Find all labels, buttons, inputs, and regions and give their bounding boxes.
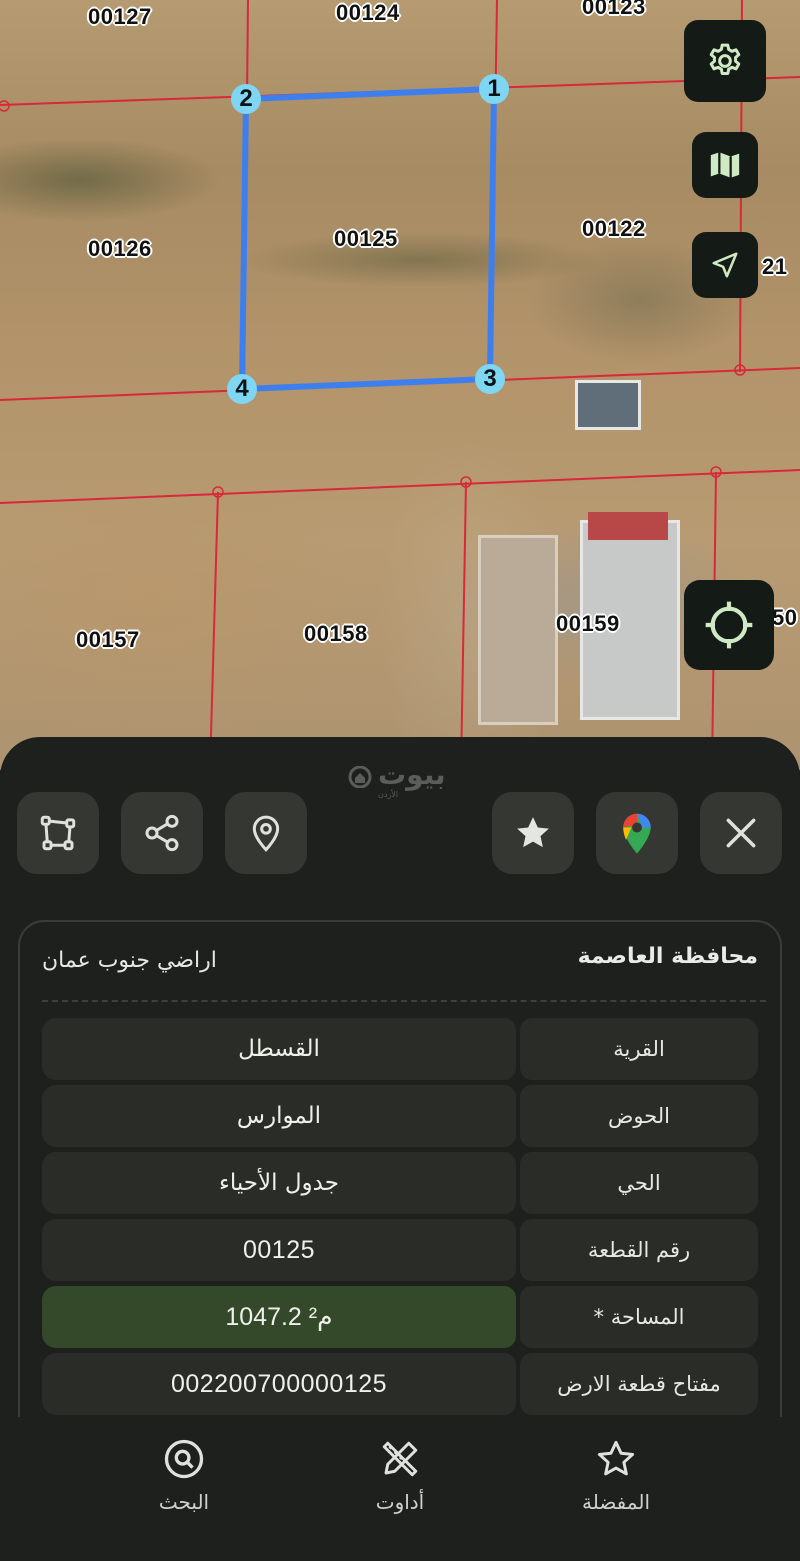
parcel-label[interactable]: 00126 xyxy=(88,236,152,262)
brand-subtitle: الأردن xyxy=(378,790,399,799)
parcel-label[interactable]: 00127 xyxy=(88,4,152,30)
close-button[interactable] xyxy=(700,792,782,874)
brand-name: بيوت xyxy=(378,758,446,791)
nav-label: أداوت xyxy=(375,1490,425,1514)
home-icon xyxy=(348,766,372,788)
info-row-area: المساحة * 1047.2 م² xyxy=(42,1286,758,1348)
map-icon xyxy=(710,152,740,178)
row-value[interactable]: القسطل xyxy=(42,1018,516,1080)
nav-tools[interactable]: أداوت xyxy=(340,1438,460,1514)
parcel-grid xyxy=(0,0,800,770)
parcel-label[interactable]: 00125 xyxy=(334,226,398,252)
info-row-neighborhood: الحي جدول الأحياء xyxy=(42,1152,758,1214)
navigate-button[interactable] xyxy=(692,232,758,298)
parcel-label[interactable]: 00124 xyxy=(336,0,400,26)
location-pin-button[interactable] xyxy=(225,792,307,874)
favorite-button[interactable] xyxy=(492,792,574,874)
vertex-marker[interactable]: 3 xyxy=(475,364,505,394)
star-outline-icon xyxy=(597,1440,635,1476)
parcel-label[interactable]: 00123 xyxy=(582,0,646,20)
google-maps-icon xyxy=(623,813,651,854)
row-label: المساحة * xyxy=(520,1286,758,1348)
row-value[interactable]: جدول الأحياء xyxy=(42,1152,516,1214)
share-button[interactable] xyxy=(121,792,203,874)
row-value[interactable]: 002200700000125 xyxy=(42,1353,516,1415)
vertex-marker[interactable]: 2 xyxy=(231,84,261,114)
layers-button[interactable] xyxy=(692,132,758,198)
info-row-land-key: مفتاح قطعة الارض 002200700000125 xyxy=(42,1353,758,1415)
row-label: القرية xyxy=(520,1018,758,1080)
governorate-title: محافظة العاصمة xyxy=(577,944,758,969)
parcel-label[interactable]: 00158 xyxy=(304,621,368,647)
row-label: مفتاح قطعة الارض xyxy=(520,1353,758,1415)
row-value[interactable]: 1047.2 م² xyxy=(42,1286,516,1348)
row-label: الحي xyxy=(520,1152,758,1214)
draw-polygon-button[interactable] xyxy=(17,792,99,874)
nav-label: المفضلة xyxy=(581,1490,651,1514)
row-value[interactable]: 00125 xyxy=(42,1219,516,1281)
nav-favorites[interactable]: المفضلة xyxy=(556,1438,676,1514)
navigation-arrow-icon xyxy=(712,252,738,278)
star-icon xyxy=(517,817,549,848)
info-row-parcel-number: رقم القطعة 00125 xyxy=(42,1219,758,1281)
parcel-label[interactable]: 21 xyxy=(762,254,787,280)
divider xyxy=(42,1000,766,1002)
polygon-icon xyxy=(40,815,76,851)
parcel-label[interactable]: 00122 xyxy=(582,216,646,242)
row-label: رقم القطعة xyxy=(520,1219,758,1281)
row-value[interactable]: الموارس xyxy=(42,1085,516,1147)
lands-name: اراضي جنوب عمان xyxy=(42,948,217,973)
close-icon xyxy=(726,818,756,848)
share-icon xyxy=(145,814,179,852)
tools-icon xyxy=(382,1441,418,1477)
crosshair-icon xyxy=(705,601,753,649)
google-maps-button[interactable] xyxy=(596,792,678,874)
nav-label: البحث xyxy=(158,1490,210,1514)
my-location-button[interactable] xyxy=(684,580,774,670)
nav-search[interactable]: البحث xyxy=(124,1438,244,1514)
search-icon xyxy=(164,1439,204,1479)
parcel-label[interactable]: 00157 xyxy=(76,627,140,653)
info-row-basin: الحوض الموارس xyxy=(42,1085,758,1147)
vertex-marker[interactable]: 4 xyxy=(227,374,257,404)
info-row-village: القرية القسطل xyxy=(42,1018,758,1080)
vertex-marker[interactable]: 1 xyxy=(479,74,509,104)
parcel-label[interactable]: 00159 xyxy=(556,611,620,637)
parcel-label[interactable]: 50 xyxy=(772,605,797,631)
settings-button[interactable] xyxy=(684,20,766,102)
satellite-map[interactable]: 00127 00124 00123 00126 00125 00122 21 0… xyxy=(0,0,800,770)
gear-icon xyxy=(709,43,741,75)
row-label: الحوض xyxy=(520,1085,758,1147)
map-pin-icon xyxy=(252,815,280,852)
